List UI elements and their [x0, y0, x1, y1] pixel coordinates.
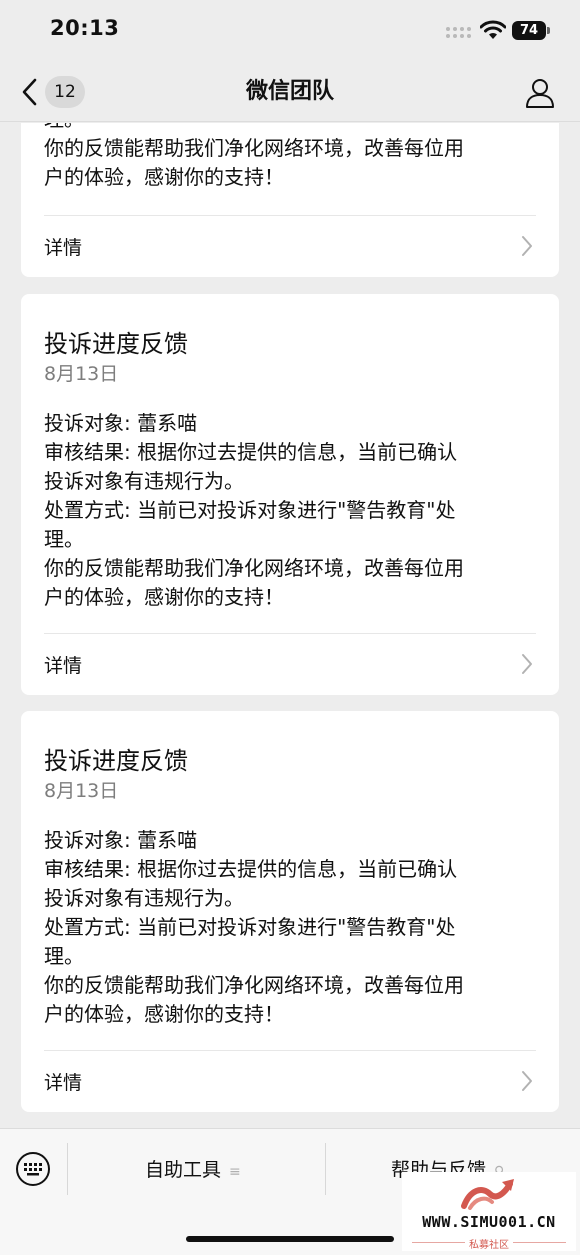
chevron-right-icon[interactable] — [520, 235, 534, 257]
menu-divider — [67, 1143, 68, 1195]
card-body-line: 你的反馈能帮助我们净化网络环境，改善每位用 — [44, 136, 464, 160]
status-time: 20:13 — [50, 16, 120, 40]
card-body-line: 处置方式: 当前已对投诉对象进行"警告教育"处 — [44, 915, 456, 939]
card-body: 投诉对象: 蕾系喵 审核结果: 根据你过去提供的信息，当前已确认 投诉对象有违规… — [44, 826, 544, 1029]
card-body: 投诉对象: 蕾系喵 审核结果: 根据你过去提供的信息，当前已确认 投诉对象有违规… — [44, 409, 544, 612]
battery-icon: 74 — [512, 21, 550, 40]
card-body-line: 处置方式: 当前已对投诉对象进行"警告教育"处 — [44, 498, 456, 522]
wifi-icon — [480, 20, 506, 39]
detail-link[interactable]: 详情 — [44, 233, 82, 260]
menu-list-icon: ≡ — [229, 1164, 241, 1180]
battery-level: 74 — [512, 21, 546, 40]
watermark-logo-icon — [461, 1179, 514, 1210]
unread-count-badge[interactable]: 12 — [45, 76, 85, 108]
message-card: 理。 你的反馈能帮助我们净化网络环境，改善每位用 户的体验，感谢你的支持！ 详情 — [21, 123, 559, 277]
card-body-line: 户的体验，感谢你的支持！ — [44, 1002, 284, 1026]
back-chevron-icon[interactable] — [18, 77, 42, 107]
card-body-line: 审核结果: 根据你过去提供的信息，当前已确认 — [44, 857, 458, 881]
card-body: 理。 你的反馈能帮助我们净化网络环境，改善每位用 户的体验，感谢你的支持！ — [44, 123, 544, 192]
card-body-line: 理。 — [44, 527, 84, 551]
watermark: WWW.SIMU001.CN 私募社区 — [402, 1172, 576, 1251]
page-title: 微信团队 — [245, 79, 334, 104]
card-body-line: 户的体验，感谢你的支持！ — [44, 585, 284, 609]
keyboard-icon[interactable] — [15, 1151, 51, 1187]
watermark-subtitle: 私募社区 — [402, 1236, 576, 1251]
card-body-line: 理。 — [44, 944, 84, 968]
menu-item-self-service-tools[interactable]: 自助工具 ≡ — [145, 1155, 241, 1182]
nav-bar: 微信团队 12 — [0, 62, 580, 122]
card-divider — [44, 633, 536, 634]
menu-divider — [325, 1143, 326, 1195]
card-body-line: 投诉对象有违规行为。 — [44, 469, 244, 493]
home-indicator[interactable] — [186, 1236, 394, 1242]
card-body-line: 户的体验，感谢你的支持！ — [44, 165, 284, 189]
card-body-line: 你的反馈能帮助我们净化网络环境，改善每位用 — [44, 556, 464, 580]
menu-item-label: 自助工具 — [145, 1159, 222, 1181]
chevron-right-icon[interactable] — [520, 653, 534, 675]
card-body-line: 审核结果: 根据你过去提供的信息，当前已确认 — [44, 440, 458, 464]
detail-link[interactable]: 详情 — [44, 651, 82, 678]
card-divider — [44, 1050, 536, 1051]
message-card: 投诉进度反馈 8月13日 投诉对象: 蕾系喵 审核结果: 根据你过去提供的信息，… — [21, 711, 559, 1112]
chevron-right-icon[interactable] — [520, 1070, 534, 1092]
message-feed[interactable]: 理。 你的反馈能帮助我们净化网络环境，改善每位用 户的体验，感谢你的支持！ 详情… — [0, 123, 580, 1128]
card-title: 投诉进度反馈 — [44, 330, 188, 358]
card-body-line: 投诉对象: 蕾系喵 — [44, 411, 198, 435]
watermark-url: WWW.SIMU001.CN — [422, 1213, 556, 1231]
card-date: 8月13日 — [44, 363, 119, 385]
message-card: 投诉进度反馈 8月13日 投诉对象: 蕾系喵 审核结果: 根据你过去提供的信息，… — [21, 294, 559, 695]
card-date: 8月13日 — [44, 780, 119, 802]
card-body-line: 投诉对象: 蕾系喵 — [44, 828, 198, 852]
detail-link[interactable]: 详情 — [44, 1068, 82, 1095]
cellular-signal-icon — [446, 27, 472, 39]
status-bar: 20:13 74 — [0, 0, 580, 62]
card-body-line: 理。 — [44, 123, 544, 134]
card-divider — [44, 215, 536, 216]
card-title: 投诉进度反馈 — [44, 747, 188, 775]
profile-icon[interactable] — [524, 77, 556, 109]
card-body-line: 你的反馈能帮助我们净化网络环境，改善每位用 — [44, 973, 464, 997]
card-body-line: 投诉对象有违规行为。 — [44, 886, 244, 910]
